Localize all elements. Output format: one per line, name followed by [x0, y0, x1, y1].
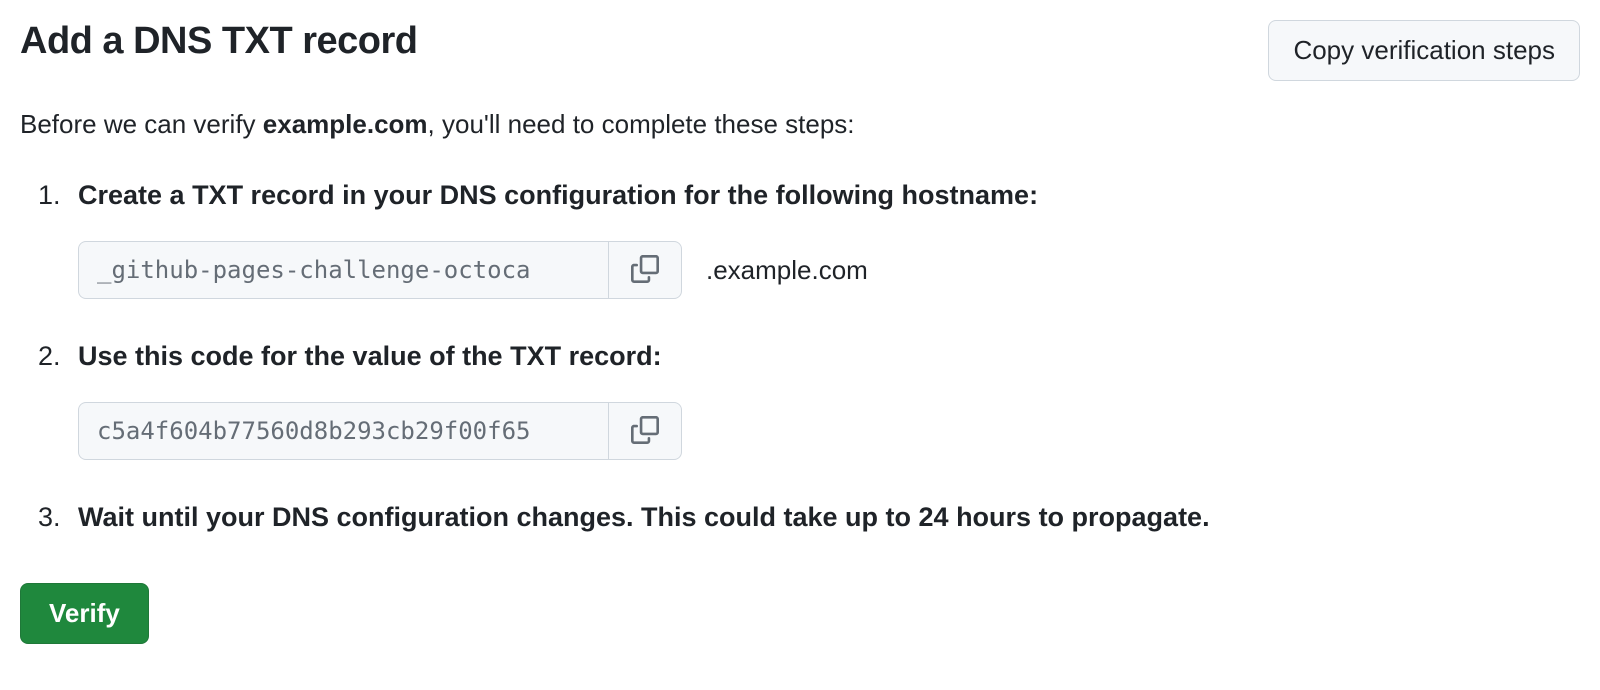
intro-prefix: Before we can verify [20, 109, 263, 139]
copy-icon [631, 255, 659, 286]
copy-txt-value-button[interactable] [608, 402, 682, 460]
intro-text: Before we can verify example.com, you'll… [20, 109, 1580, 140]
step-2: Use this code for the value of the TXT r… [48, 341, 1580, 460]
verify-button[interactable]: Verify [20, 583, 149, 644]
txt-value-input[interactable]: c5a4f604b77560d8b293cb29f00f65 [78, 402, 608, 460]
step-1-label: Create a TXT record in your DNS configur… [78, 180, 1038, 210]
hostname-input[interactable]: _github-pages-challenge-octoca [78, 241, 608, 299]
copy-hostname-button[interactable] [608, 241, 682, 299]
intro-suffix: , you'll need to complete these steps: [428, 109, 855, 139]
step-2-label: Use this code for the value of the TXT r… [78, 341, 662, 371]
step-3-label: Wait until your DNS configuration change… [78, 502, 1210, 532]
intro-domain: example.com [263, 109, 428, 139]
copy-icon [631, 416, 659, 447]
step-1: Create a TXT record in your DNS configur… [48, 180, 1580, 299]
hostname-suffix: .example.com [706, 255, 868, 286]
step-3: Wait until your DNS configuration change… [48, 502, 1580, 533]
copy-verification-steps-button[interactable]: Copy verification steps [1268, 20, 1580, 81]
page-title: Add a DNS TXT record [20, 20, 418, 63]
